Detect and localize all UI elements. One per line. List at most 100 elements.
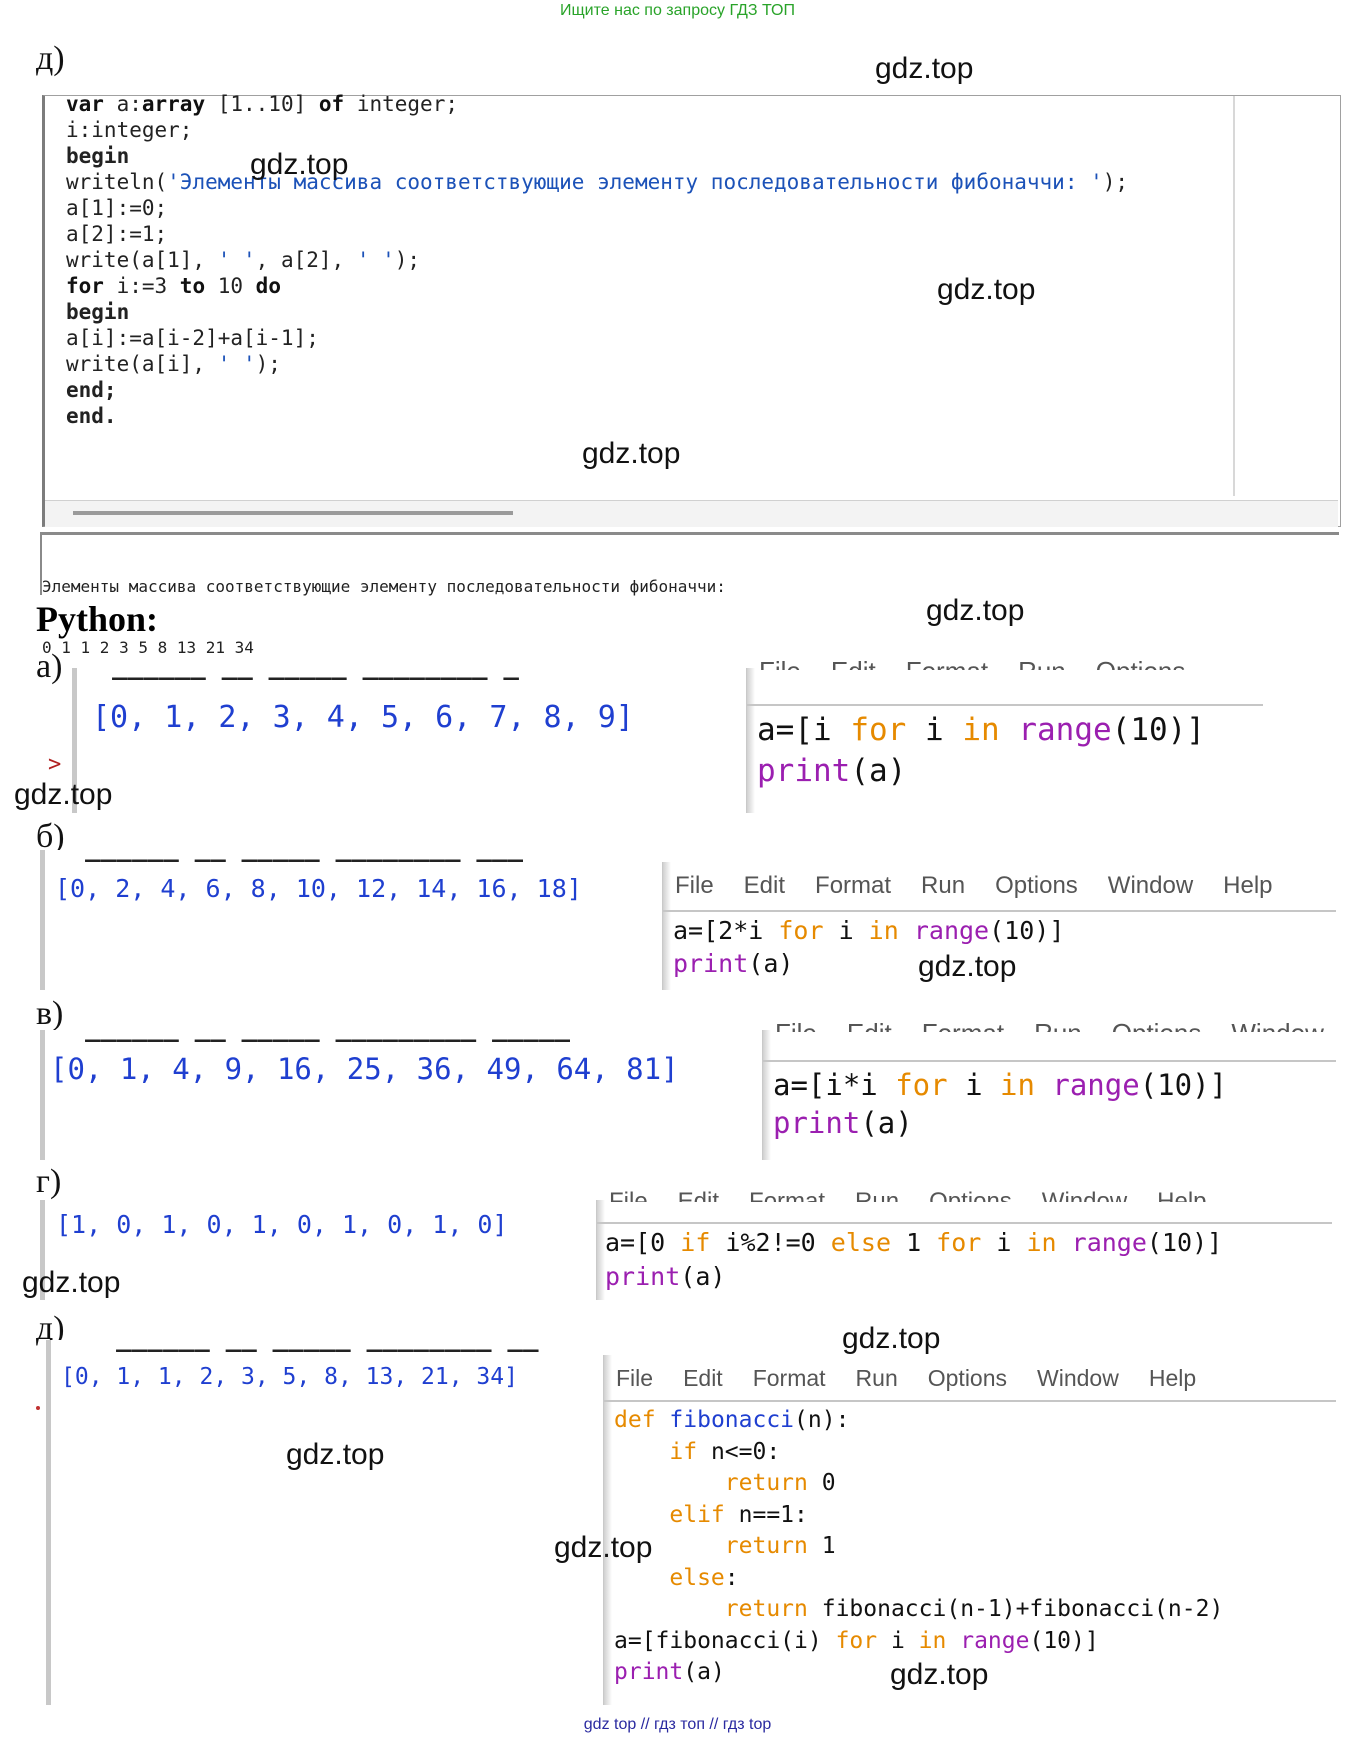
menu-options[interactable]: Options [1096,656,1186,670]
menu-run[interactable]: Run [1034,1018,1082,1032]
menu-run[interactable]: Run [921,872,965,899]
menu-file[interactable]: File [675,872,714,899]
menu-options[interactable]: Options [995,872,1078,899]
pascal-code-editor[interactable]: var a:array [1..10] of integer; i:intege… [42,92,1341,527]
task-letter: в) [36,995,64,1032]
idle-editor-window[interactable]: File Edit Format Run Options Window a=[i*i fo… [762,1018,1336,1160]
code-area[interactable]: a=[i for i in range(10)] print(a) [757,710,1205,792]
window-shadow [763,1030,771,1160]
menu-edit[interactable]: Edit [683,1365,723,1391]
code-line: begin [66,144,130,168]
task-letter: д) [36,40,65,77]
menu-format[interactable]: Format [815,872,891,899]
code-line: write(a[1], ' ', a[2], ' '); [66,248,421,272]
menu-bar[interactable]: File Edit Format Run Options [759,656,1215,670]
menu-window[interactable]: Window [1042,1188,1127,1202]
menu-help[interactable]: Help [1149,1365,1196,1391]
menu-divider [747,704,1263,706]
menu-divider [663,910,1336,912]
menu-file[interactable]: File [609,1188,648,1202]
code-line: a[1]:=0; [66,196,168,220]
clipped-text: ▬▬▬▬▬▬ ▬▬ ▬▬▬▬▬ ▬▬▬▬▬▬▬▬ ▬▬▬ [85,850,523,862]
task-letter: г) [36,1163,62,1200]
menu-bar[interactable]: File Edit Format Run Options Window [775,1018,1354,1032]
shell-marker [36,1406,40,1410]
shell-border [40,850,45,990]
window-shadow [663,862,671,990]
menu-edit[interactable]: Edit [744,872,785,899]
menu-run[interactable]: Run [856,1365,898,1391]
menu-help[interactable]: Help [1157,1188,1206,1202]
shell-window: [1, 0, 1, 0, 1, 0, 1, 0, 1, 0] [40,1200,600,1300]
menu-options[interactable]: Options [929,1188,1012,1202]
watermark-text: gdz.top [250,148,349,181]
menu-file[interactable]: File [775,1018,817,1032]
menu-divider [604,1400,1336,1402]
menu-format[interactable]: Format [753,1365,826,1391]
idle-editor-window[interactable]: File Edit Format Run Options a=[i for i in r… [746,656,1277,813]
menu-file[interactable]: File [616,1365,653,1391]
shell-output: [0, 1, 2, 3, 4, 5, 6, 7, 8, 9] [92,700,634,735]
code-line: writeln('Элементы массива соответствующи… [66,170,1129,194]
menu-format[interactable]: Format [749,1188,825,1202]
shell-window: ▬▬▬▬▬▬ ▬▬ ▬▬▬▬▬ ▬▬▬▬▬▬▬▬ ▬▬ [0, 1, 1, 2,… [36,1340,606,1705]
window-shadow [747,668,755,813]
code-line: for i:=3 to 10 do [66,274,281,298]
clipped-text: ▬▬▬▬▬▬ ▬▬ ▬▬▬▬▬ ▬▬▬▬▬▬▬▬▬ ▬▬▬▬▬ [85,1030,570,1042]
pascal-output-panel: Элементы массива соответствующие элемент… [40,532,1339,657]
search-hint-link[interactable]: Ищите нас по запросу ГДЗ ТОП [0,2,1355,20]
menu-divider [763,1060,1336,1062]
menu-file[interactable]: File [759,656,801,670]
shell-output: [1, 0, 1, 0, 1, 0, 1, 0, 1, 0] [56,1210,508,1239]
shell-window: ▬▬▬▬▬▬ ▬▬ ▬▬▬▬▬ ▬▬▬▬▬▬▬▬▬ ▬▬▬▬▬ [0, 1, 4… [40,1030,765,1160]
watermark-text: gdz.top [14,778,113,811]
window-shadow [597,1200,605,1300]
shell-prompt: > [48,752,62,777]
watermark-text: gdz.top [554,1531,653,1564]
shell-output: [0, 1, 1, 2, 3, 5, 8, 13, 21, 34] [61,1364,518,1390]
code-area[interactable]: a=[0 if i%2!=0 else 1 for i in range(10)… [605,1226,1222,1294]
watermark-text: gdz.top [22,1266,121,1299]
horizontal-scrollbar[interactable] [45,500,1338,527]
shell-border [40,1030,45,1160]
code-line: a[2]:=1; [66,222,168,246]
shell-window: ▬▬▬▬▬▬ ▬▬ ▬▬▬▬▬ ▬▬▬▬▬▬▬▬ ▬▬▬ [0, 2, 4, 6… [40,850,665,990]
menu-bar[interactable]: File Edit Format Run Options Window Help [609,1188,1237,1202]
menu-window[interactable]: Window [1108,872,1193,899]
menu-format[interactable]: Format [906,656,988,670]
code-area[interactable]: a=[i*i for i in range(10)] print(a) [773,1066,1227,1142]
code-line: begin [66,300,130,324]
code-line: write(a[i], ' '); [66,352,281,376]
menu-edit[interactable]: Edit [831,656,876,670]
shell-window: ▬▬▬▬▬▬ ▬▬ ▬▬▬▬▬ ▬▬▬▬▬▬▬▬ ▬ [0, 1, 2, 3, … [72,668,747,813]
idle-editor-window[interactable]: File Edit Format Run Options Window Help def f… [603,1355,1336,1705]
watermark-text: gdz.top [918,950,1017,983]
watermark-text: gdz.top [890,1658,989,1691]
menu-edit[interactable]: Edit [678,1188,719,1202]
idle-editor-window[interactable]: File Edit Format Run Options Window Help a=[0 … [596,1188,1332,1300]
menu-options[interactable]: Options [928,1365,1007,1391]
menu-bar[interactable]: File Edit Format Run Options Window Help [616,1365,1226,1392]
scrollbar-thumb[interactable] [73,511,513,515]
editor-margin-line [1233,96,1235,496]
menu-bar[interactable]: File Edit Format Run Options Window Help [675,872,1303,900]
watermark-text: gdz.top [286,1438,385,1471]
menu-window[interactable]: Window [1231,1018,1323,1032]
clipped-text: ▬▬▬▬▬▬ ▬▬ ▬▬▬▬▬ ▬▬▬▬▬▬▬▬ ▬▬ [116,1340,539,1352]
menu-format[interactable]: Format [922,1018,1004,1032]
code-area[interactable]: def fibonacci(n): if n<=0: return 0 elif… [614,1405,1223,1689]
menu-run[interactable]: Run [855,1188,899,1202]
menu-run[interactable]: Run [1018,656,1066,670]
footer-links[interactable]: gdz top // гдз топ // гдз top [0,1716,1355,1734]
menu-help[interactable]: Help [1223,872,1272,899]
output-line: 0 1 1 2 3 5 8 13 21 34 [42,638,254,657]
code-line: i:integer; [66,118,193,142]
code-line: a[i]:=a[i-2]+a[i-1]; [66,326,319,350]
menu-window[interactable]: Window [1037,1365,1119,1391]
python-heading: Python: [36,599,159,639]
menu-options[interactable]: Options [1112,1018,1202,1032]
menu-edit[interactable]: Edit [847,1018,892,1032]
clipped-text: ▬▬▬▬▬▬ ▬▬ ▬▬▬▬▬ ▬▬▬▬▬▬▬▬ ▬ [112,668,519,680]
code-line: end; [66,378,117,402]
window-shadow [604,1355,612,1705]
